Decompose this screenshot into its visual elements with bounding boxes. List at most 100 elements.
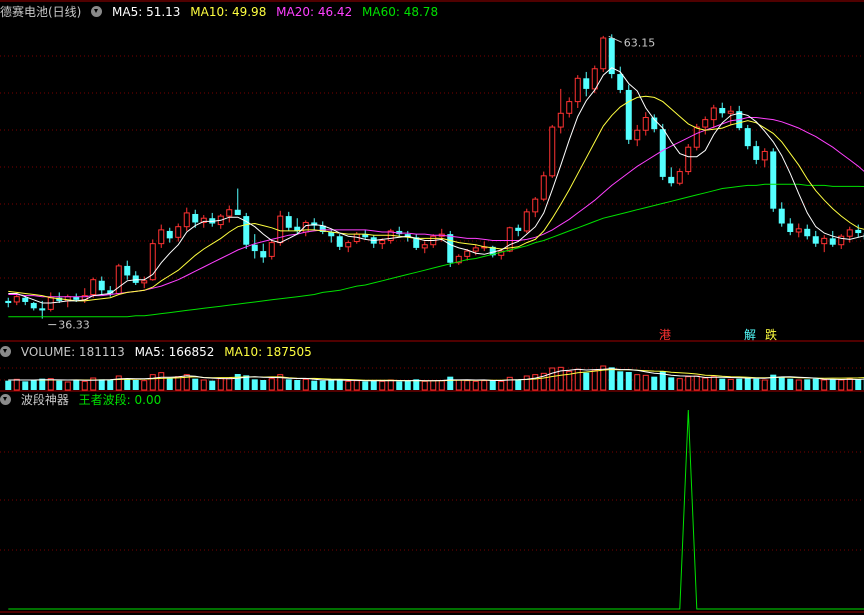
candle-up xyxy=(13,296,20,303)
volume-bar xyxy=(787,378,794,390)
candle-up xyxy=(821,237,828,245)
candle-up xyxy=(421,244,428,249)
candle-down xyxy=(804,228,811,237)
volume-bar xyxy=(192,378,199,390)
volume-bar xyxy=(549,367,556,391)
candle-up xyxy=(566,101,573,114)
volume-panel-header: VOLUME: 181113 MA5: 166852 MA10: 187505 xyxy=(0,345,318,359)
volume-bar xyxy=(778,376,785,390)
candle-down xyxy=(260,251,267,258)
volume-bar xyxy=(455,379,462,391)
volume-bar xyxy=(472,380,479,391)
candle-down xyxy=(719,107,726,114)
volume-bar xyxy=(744,378,751,390)
ma20-label: MA20: 46.42 xyxy=(276,5,353,19)
volume-bar xyxy=(13,378,20,391)
volume-bar xyxy=(22,381,29,390)
candle-up xyxy=(676,171,683,184)
candle-up xyxy=(141,280,148,284)
volume-bar xyxy=(294,380,301,390)
volume-bar xyxy=(515,379,522,390)
stock-chart-window: 63.15 36.33 港 解跌 德赛电池(日线) MA5: 51.13 MA10: … xyxy=(0,0,864,615)
candle-down xyxy=(30,303,37,309)
price-menu-icon[interactable] xyxy=(91,6,103,17)
volume-bar xyxy=(345,380,352,391)
candle-down xyxy=(234,209,241,216)
candle-down xyxy=(5,300,12,304)
volume-bar xyxy=(821,379,828,391)
candle-down xyxy=(22,297,29,302)
candle-up xyxy=(226,209,233,217)
volume-bar xyxy=(175,376,182,391)
candle-up xyxy=(268,242,275,257)
volume-bar xyxy=(489,380,496,390)
volume-bar xyxy=(532,374,539,391)
volume-bar xyxy=(396,381,403,390)
candle-down xyxy=(625,89,632,140)
volume-bar xyxy=(353,380,360,391)
candle-up xyxy=(464,250,471,257)
candle-down xyxy=(787,223,794,232)
candle-up xyxy=(600,37,607,70)
low-label: 36.33 xyxy=(58,319,90,332)
candle-up xyxy=(761,150,768,161)
volume-bar xyxy=(421,380,428,391)
candle-down xyxy=(39,308,46,311)
volume-bar xyxy=(617,371,624,390)
volume-bar xyxy=(838,379,845,391)
volume-bar xyxy=(404,380,411,390)
ma20-line xyxy=(8,117,864,298)
signal-marker-3: 跌 xyxy=(765,327,777,342)
candle-up xyxy=(846,229,853,237)
signal-marker-1: 港 xyxy=(659,328,671,342)
volume-bar xyxy=(209,380,216,390)
volume-menu-icon[interactable] xyxy=(0,346,11,357)
volume-bar xyxy=(430,380,437,391)
wave-menu-icon[interactable] xyxy=(0,394,11,405)
ma60-label: MA60: 48.78 xyxy=(362,5,439,19)
high-label: 63.15 xyxy=(624,36,656,49)
volume-bar xyxy=(81,380,88,391)
volume-bar xyxy=(498,380,505,391)
candle-down xyxy=(251,244,258,252)
volume-bar xyxy=(64,381,71,391)
candle-up xyxy=(472,247,479,252)
candle-down xyxy=(617,74,624,90)
volume-bar xyxy=(702,377,709,391)
volume-bar xyxy=(302,378,309,391)
signal-marker-2: 解 xyxy=(744,328,756,342)
volume-bar xyxy=(268,378,275,391)
volume-bar xyxy=(73,380,80,390)
candle-down xyxy=(753,146,760,160)
price-panel-header: 德赛电池(日线) MA5: 51.13 MA10: 49.98 MA20: 46… xyxy=(0,5,444,19)
volume-bar xyxy=(260,380,267,390)
candle-down xyxy=(285,216,292,228)
volume-bar xyxy=(464,380,471,391)
volume-bar xyxy=(506,376,513,391)
candle-down xyxy=(668,176,675,184)
ma5-label: MA5: 51.13 xyxy=(112,5,181,19)
candle-down xyxy=(812,236,819,244)
candle-up xyxy=(702,119,709,128)
volume-bar xyxy=(362,381,369,390)
volume-bar xyxy=(719,378,726,390)
volume-bar xyxy=(124,378,131,390)
candle-up xyxy=(523,211,530,232)
wave-indicator-value: 王者波段: 0.00 xyxy=(78,393,162,407)
candle-down xyxy=(515,227,522,231)
candle-down xyxy=(447,234,454,263)
stock-name[interactable]: 德赛电池(日线) xyxy=(0,5,81,19)
candle-up xyxy=(795,228,802,233)
volume-bar xyxy=(5,380,12,390)
chart-canvas[interactable]: 63.15 36.33 港 解跌 xyxy=(0,0,864,615)
candle-up xyxy=(634,129,641,141)
wave-panel-header: 波段神器 王者波段: 0.00 xyxy=(0,393,167,407)
candle-up xyxy=(175,226,182,238)
volume-bar xyxy=(795,379,802,391)
volume-bar xyxy=(642,374,649,391)
volume-bar xyxy=(141,380,148,391)
volume-bar xyxy=(336,379,343,390)
volume-bar xyxy=(812,378,819,390)
volume-bar xyxy=(251,379,258,390)
volume-bar xyxy=(379,380,386,391)
